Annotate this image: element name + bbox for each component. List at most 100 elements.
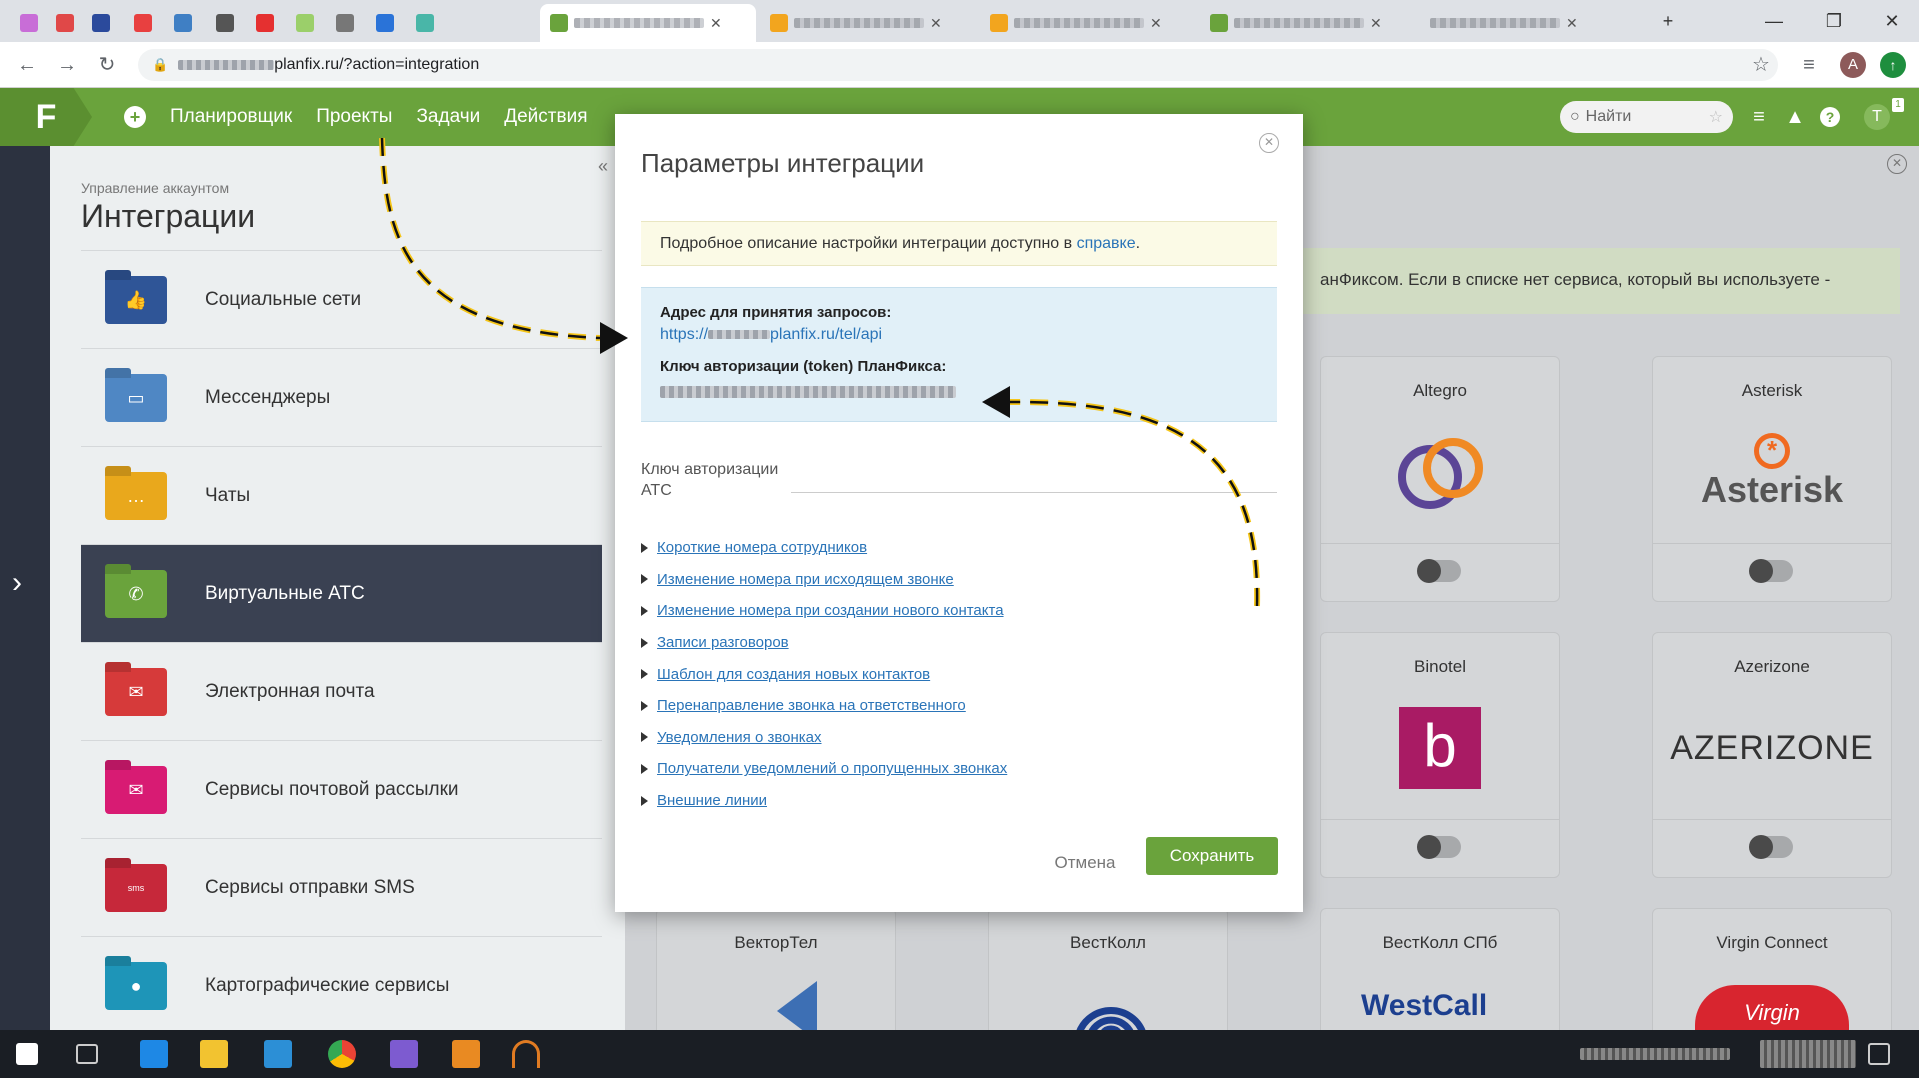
category-virtual-pbx[interactable]: ✆ Виртуальные АТС [81, 544, 602, 642]
browser-tab[interactable] [206, 4, 244, 42]
service-toggle[interactable] [1417, 835, 1461, 859]
service-card-virgin-connect[interactable]: Virgin Connect Virgin [1652, 908, 1892, 1048]
service-card-westcall-spb[interactable]: ВестКолл СПб WestCall [1320, 908, 1560, 1048]
browser-tab[interactable] [82, 4, 120, 42]
forward-icon[interactable]: → [54, 52, 80, 78]
notifications-icon[interactable] [1868, 1043, 1890, 1065]
section-call-redirect[interactable]: Перенаправление звонка на ответственного [641, 690, 1277, 722]
browser-tab-active[interactable]: ✕ [540, 4, 756, 42]
save-button[interactable]: Сохранить [1146, 837, 1278, 875]
section-external-lines[interactable]: Внешние линии [641, 785, 1277, 817]
reload-icon[interactable]: ↻ [94, 52, 120, 78]
browser-tab[interactable] [326, 4, 364, 42]
browser-tab[interactable] [246, 4, 284, 42]
service-card-vektortel[interactable]: ВекторТел [656, 908, 896, 1048]
taskbar-app-icon[interactable] [140, 1040, 168, 1068]
rocket-icon[interactable]: ▲ [1782, 104, 1808, 130]
system-tray-icons[interactable] [1580, 1048, 1730, 1060]
browser-tab[interactable] [10, 4, 48, 42]
viber-icon[interactable] [390, 1040, 418, 1068]
section-link[interactable]: Шаблон для создания новых контактов [657, 666, 930, 683]
profile-avatar[interactable]: A [1840, 52, 1866, 78]
section-link[interactable]: Изменение номера при исходящем звонке [657, 571, 954, 588]
tab-close-icon[interactable]: ✕ [710, 15, 722, 32]
menu-tasks[interactable]: Задачи [416, 106, 480, 128]
user-avatar[interactable]: T [1864, 104, 1890, 130]
section-contact-template[interactable]: Шаблон для создания новых контактов [641, 658, 1277, 690]
tab-close-icon[interactable]: ✕ [930, 15, 942, 32]
browser-tab[interactable] [406, 4, 444, 42]
section-link[interactable]: Внешние линии [657, 792, 767, 809]
browser-tab[interactable]: ✕ [1200, 4, 1410, 42]
service-card-asterisk[interactable]: Asterisk * Asterisk [1652, 356, 1892, 602]
category-messengers[interactable]: ▭ Мессенджеры [81, 348, 602, 446]
section-missed-call-recipients[interactable]: Получатели уведомлений о пропущенных зво… [641, 753, 1277, 785]
category-sms[interactable]: sms Сервисы отправки SMS [81, 838, 602, 936]
section-link[interactable]: Перенаправление звонка на ответственного [657, 697, 966, 714]
chrome-icon[interactable] [328, 1040, 356, 1068]
service-card-westcall[interactable]: ВестКолл [988, 908, 1228, 1048]
category-social[interactable]: 👍 Социальные сети [81, 250, 602, 348]
url-bar[interactable]: 🔒 planfix.ru/?action=integration [138, 49, 1778, 81]
service-toggle[interactable] [1749, 559, 1793, 583]
browser-tab[interactable] [366, 4, 404, 42]
section-call-notifications[interactable]: Уведомления о звонках [641, 722, 1277, 754]
restore-button[interactable]: ❐ [1814, 6, 1854, 36]
browser-tab[interactable] [124, 4, 162, 42]
favorite-star-icon[interactable]: ☆ [1709, 107, 1723, 127]
task-view-icon[interactable] [76, 1044, 98, 1064]
section-link[interactable]: Уведомления о звонках [657, 729, 822, 746]
help-icon[interactable]: ? [1820, 107, 1840, 127]
section-new-contact-number[interactable]: Изменение номера при создании нового кон… [641, 595, 1277, 627]
headphones-icon[interactable] [512, 1040, 540, 1068]
service-card-altegro[interactable]: Altegro [1320, 356, 1560, 602]
close-circle-icon[interactable]: ✕ [1887, 154, 1907, 174]
service-toggle[interactable] [1749, 835, 1793, 859]
tab-close-icon[interactable]: ✕ [1150, 15, 1162, 32]
category-maps[interactable]: ● Картографические сервисы [81, 936, 602, 1034]
add-icon[interactable]: + [124, 106, 146, 128]
expand-chevron-icon[interactable]: › [12, 566, 22, 600]
file-explorer-icon[interactable] [200, 1040, 228, 1068]
section-call-records[interactable]: Записи разговоров [641, 627, 1277, 659]
section-link[interactable]: Записи разговоров [657, 634, 789, 651]
update-icon[interactable]: ↑ [1880, 52, 1906, 78]
hamburger-icon[interactable]: ≡ [1746, 104, 1772, 130]
menu-planner[interactable]: Планировщик [170, 106, 292, 128]
taskbar-app-icon[interactable] [452, 1040, 480, 1068]
api-url[interactable]: https:// planfix.ru/tel/api [660, 326, 1258, 344]
menu-projects[interactable]: Проекты [316, 106, 392, 128]
category-chats[interactable]: … Чаты [81, 446, 602, 544]
section-link[interactable]: Короткие номера сотрудников [657, 539, 867, 556]
collapse-chevron-icon[interactable]: « [598, 156, 608, 177]
menu-actions[interactable]: Действия [504, 106, 587, 128]
browser-tab[interactable] [46, 4, 84, 42]
browser-tab[interactable] [286, 4, 324, 42]
category-mailing[interactable]: ✉ Сервисы почтовой рассылки [81, 740, 602, 838]
tab-close-icon[interactable]: ✕ [1370, 15, 1382, 32]
header-search[interactable]: ○ Найти ☆ [1560, 101, 1733, 133]
service-card-binotel[interactable]: Binotel b [1320, 632, 1560, 878]
clock[interactable] [1760, 1040, 1856, 1068]
close-icon[interactable]: ✕ [1259, 133, 1279, 153]
star-icon[interactable]: ☆ [1748, 52, 1774, 78]
browser-tab[interactable] [164, 4, 202, 42]
tab-close-icon[interactable]: ✕ [1566, 15, 1578, 32]
planfix-logo[interactable]: F [0, 88, 92, 146]
service-toggle[interactable] [1417, 559, 1461, 583]
start-windows-icon[interactable] [16, 1043, 38, 1065]
taskbar-app-icon[interactable] [264, 1040, 292, 1068]
new-tab-button[interactable]: + [1648, 6, 1688, 36]
cancel-button[interactable]: Отмена [1035, 844, 1135, 882]
service-card-azerizone[interactable]: Azerizone AZERIZONE [1652, 632, 1892, 878]
token-value[interactable] [660, 383, 1258, 400]
browser-tab[interactable]: ✕ [980, 4, 1190, 42]
minimize-button[interactable]: — [1754, 6, 1794, 36]
browser-tab[interactable]: ✕ [760, 4, 970, 42]
category-email[interactable]: ✉ Электронная почта [81, 642, 602, 740]
section-link[interactable]: Получатели уведомлений о пропущенных зво… [657, 760, 1007, 777]
browser-tab[interactable]: ✕ [1420, 4, 1630, 42]
section-outgoing-number[interactable]: Изменение номера при исходящем звонке [641, 564, 1277, 596]
back-icon[interactable]: ← [14, 52, 40, 78]
section-link[interactable]: Изменение номера при создании нового кон… [657, 602, 1004, 619]
